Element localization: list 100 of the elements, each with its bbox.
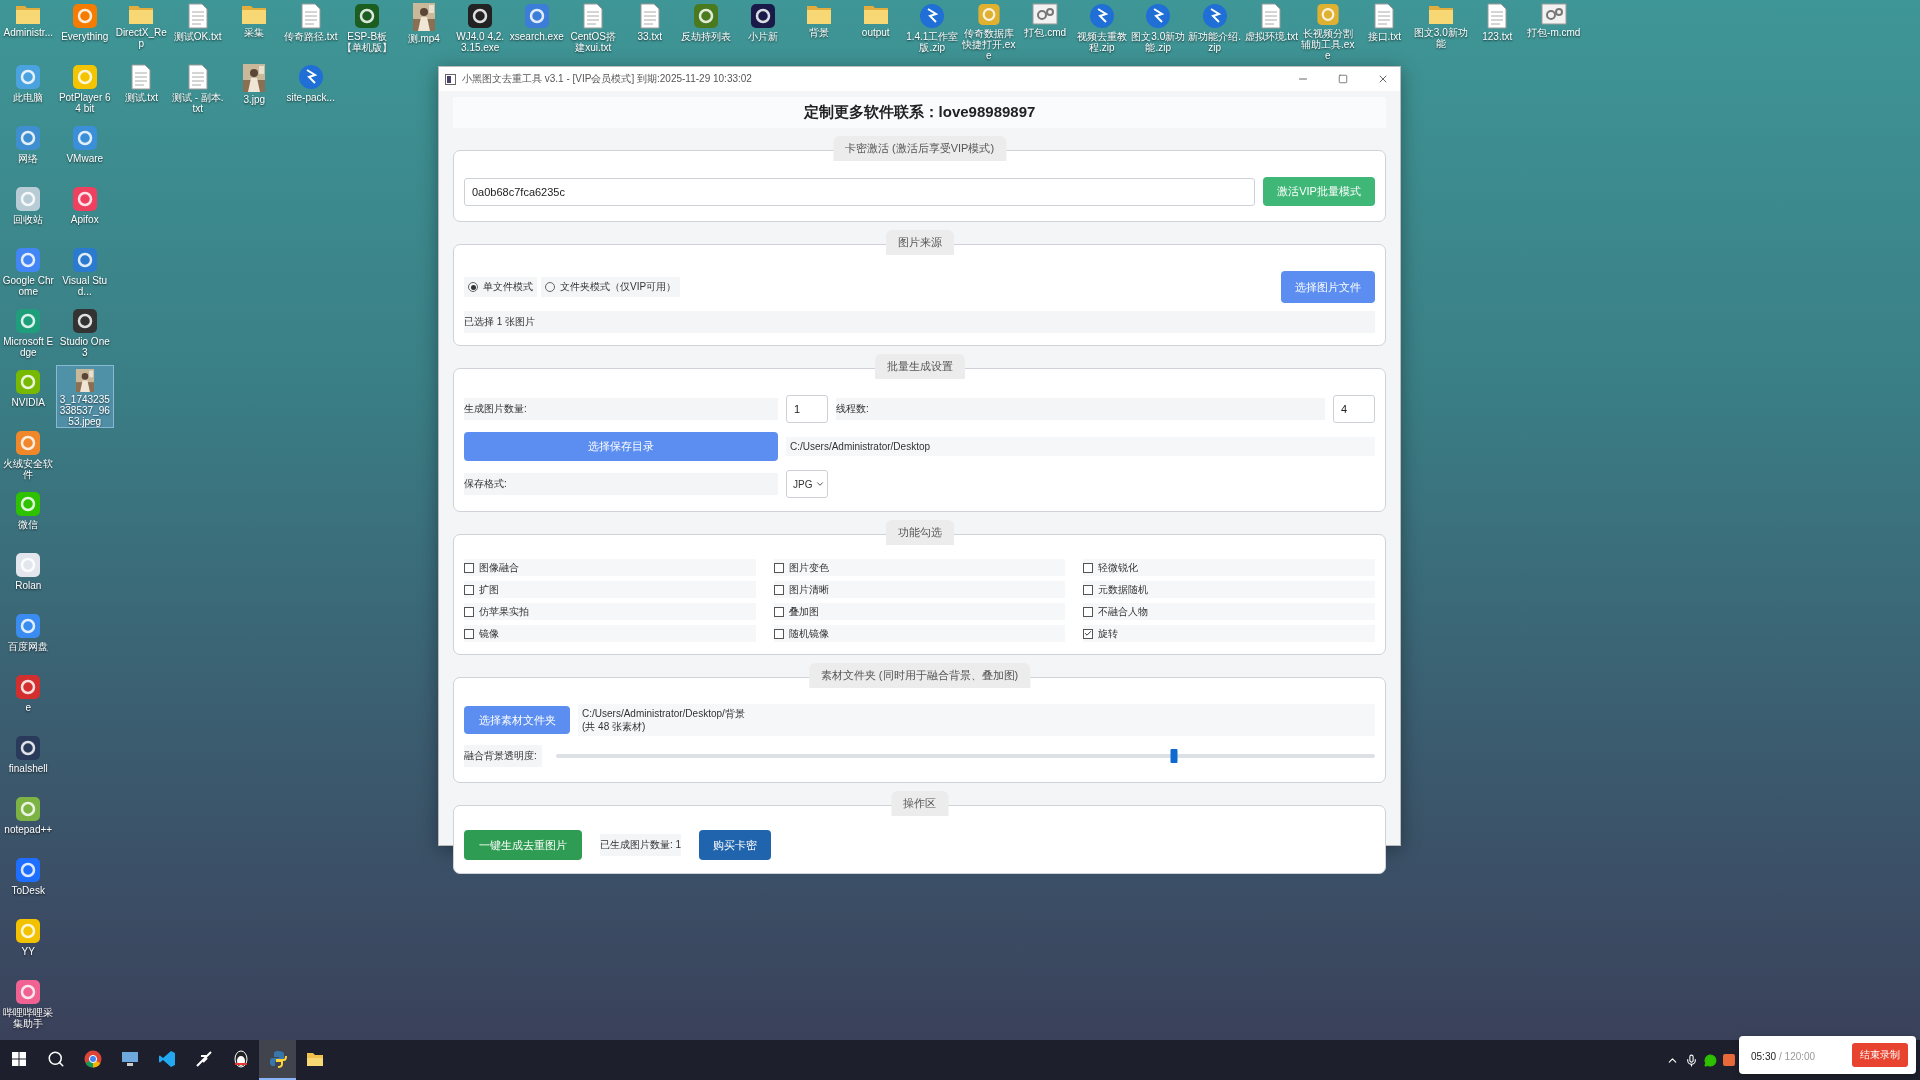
checkbox[interactable] bbox=[464, 562, 474, 573]
desktop-icon[interactable]: 打包-m.cmd bbox=[1525, 0, 1582, 61]
desktop-icon[interactable]: 小片新 bbox=[734, 0, 791, 61]
slider-thumb[interactable] bbox=[1170, 749, 1178, 763]
buy-key-button[interactable]: 购买卡密 bbox=[699, 830, 772, 860]
checkbox-label[interactable]: 图像融合 bbox=[479, 560, 519, 575]
desktop-icon[interactable]: 采集 bbox=[226, 0, 283, 61]
checkbox[interactable] bbox=[773, 628, 784, 639]
desktop-icon[interactable]: 123.txt bbox=[1469, 0, 1526, 61]
desktop-icon[interactable]: 反劫持列表 bbox=[678, 0, 735, 61]
gear-icon bbox=[1032, 3, 1059, 25]
taskbar-button[interactable] bbox=[259, 1040, 296, 1080]
desktop-icon[interactable]: xsearch.exe bbox=[508, 0, 565, 61]
desktop-icon[interactable]: PotPlayer 64 bit bbox=[56, 61, 113, 122]
checkbox[interactable] bbox=[464, 584, 474, 595]
checkbox[interactable] bbox=[464, 606, 474, 617]
checkbox-label[interactable]: 元数据随机 bbox=[1098, 582, 1149, 597]
desktop-icon[interactable]: 百度网盘 bbox=[0, 610, 57, 671]
checkbox[interactable] bbox=[773, 562, 784, 573]
desktop-icon[interactable]: 虚拟环境.txt bbox=[1243, 0, 1300, 61]
count-input-field[interactable]: 1 bbox=[786, 395, 828, 423]
desktop-icon[interactable]: site-pack... bbox=[282, 61, 339, 122]
checkbox-label[interactable]: 叠加图 bbox=[788, 604, 819, 619]
desktop-icon[interactable]: e bbox=[0, 671, 57, 732]
desktop-icon[interactable]: 1.4.1工作室版.zip bbox=[904, 0, 961, 61]
checkbox-label[interactable]: 不融合人物 bbox=[1098, 604, 1149, 619]
desktop-icon[interactable]: 图文3.0新功能.zip bbox=[1130, 0, 1187, 61]
checkbox-label[interactable]: 图片变色 bbox=[788, 560, 829, 575]
desktop-icon[interactable]: 回收站 bbox=[0, 183, 57, 244]
checkbox-label[interactable]: 扩图 bbox=[479, 582, 499, 597]
format-select[interactable]: JPG bbox=[786, 470, 828, 498]
desktop-icon[interactable]: 新功能介绍.zip bbox=[1186, 0, 1243, 61]
desktop-icon[interactable]: 视频去重教程.zip bbox=[1073, 0, 1130, 61]
threads-input-field[interactable]: 4 bbox=[1333, 395, 1375, 423]
select-material-button[interactable]: 选择素材文件夹 bbox=[464, 706, 570, 734]
key-input-field[interactable]: 0a0b68c7fca6235c bbox=[464, 177, 1255, 206]
desktop-icon[interactable]: NVIDIA bbox=[0, 366, 57, 427]
desktop-icon[interactable]: 哔哩哔哩采集助手 bbox=[0, 976, 57, 1037]
checkbox-label[interactable]: 图片清晰 bbox=[788, 582, 829, 597]
desktop-icon[interactable]: 传奇数据库快捷打开.exe bbox=[960, 0, 1017, 61]
desktop-icon[interactable]: 33.txt bbox=[621, 0, 678, 61]
desktop-icon[interactable]: Microsoft Edge bbox=[0, 305, 57, 366]
desktop-icon[interactable]: finalshell bbox=[0, 732, 57, 793]
desktop-icon[interactable]: 3.jpg bbox=[226, 61, 283, 122]
stop-recording-button[interactable]: 结束录制 bbox=[1852, 1043, 1908, 1067]
desktop-icon[interactable]: Rolan bbox=[0, 549, 57, 610]
gear-icon bbox=[1540, 3, 1567, 25]
app-icon[interactable] bbox=[1723, 1054, 1735, 1066]
desktop-icon[interactable]: 长视频分割辅助工具.exe bbox=[1299, 0, 1356, 61]
desktop-icon[interactable]: WJ4.0 4.2.3.15.exe bbox=[452, 0, 509, 61]
desktop-icon[interactable]: 测试.txt bbox=[113, 61, 170, 122]
desktop-icon[interactable]: Everything bbox=[56, 0, 113, 61]
checkbox-label[interactable]: 旋转 bbox=[1098, 626, 1119, 641]
opacity-slider[interactable] bbox=[556, 748, 1375, 764]
desktop-icon[interactable]: 网络 bbox=[0, 122, 57, 183]
checkbox[interactable] bbox=[1083, 584, 1094, 595]
desktop-icon[interactable]: Studio One 3 bbox=[56, 305, 113, 366]
checkbox[interactable] bbox=[1083, 606, 1094, 617]
desktop-icon[interactable]: Visual Stud... bbox=[56, 244, 113, 305]
desktop-icon[interactable]: 打包.cmd bbox=[1017, 0, 1074, 61]
desktop-icon[interactable]: Administr... bbox=[0, 0, 57, 61]
desktop-icon[interactable]: output bbox=[847, 0, 904, 61]
desktop-icon[interactable]: 测试OK.txt bbox=[169, 0, 226, 61]
desktop-icon[interactable]: ToDesk bbox=[0, 854, 57, 915]
save-folder-button[interactable]: 选择保存目录 bbox=[464, 432, 778, 461]
checkbox[interactable] bbox=[773, 584, 784, 595]
desktop-icon[interactable]: 测.mp4 bbox=[395, 0, 452, 61]
penguin-icon bbox=[232, 1050, 249, 1068]
checkbox[interactable] bbox=[464, 628, 474, 639]
desktop-icon[interactable]: 图文3.0新功能 bbox=[1412, 0, 1469, 61]
desktop-icon[interactable]: 背景 bbox=[791, 0, 848, 61]
desktop-icon[interactable]: 微信 bbox=[0, 488, 57, 549]
checkbox-label[interactable]: 轻微锐化 bbox=[1098, 560, 1139, 575]
desktop-icon[interactable]: Apifox bbox=[56, 183, 113, 244]
checkbox-label[interactable]: 仿苹果实拍 bbox=[479, 604, 529, 619]
checkbox[interactable] bbox=[1083, 628, 1094, 639]
desktop-icon[interactable]: DirectX_Rep bbox=[113, 0, 170, 61]
activate-button[interactable]: 激活VIP批量模式 bbox=[1263, 177, 1375, 206]
desktop-icon[interactable]: CentOS搭建xui.txt bbox=[565, 0, 622, 61]
desktop-icon[interactable]: 火绒安全软件 bbox=[0, 427, 57, 488]
desktop-icon[interactable]: YY bbox=[0, 915, 57, 976]
checkbox[interactable] bbox=[1083, 562, 1094, 573]
desktop-icon[interactable]: 3_1743235338537_9653.jpeg bbox=[56, 366, 113, 427]
checkbox-label[interactable]: 随机镜像 bbox=[788, 626, 829, 641]
desktop-icon[interactable]: 测试 - 副本.txt bbox=[169, 61, 226, 122]
generate-button[interactable]: 一键生成去重图片 bbox=[464, 830, 582, 860]
desktop-icon[interactable]: 接口.txt bbox=[1356, 0, 1413, 61]
desktop-icon[interactable]: 此电脑 bbox=[0, 61, 57, 122]
checkbox[interactable] bbox=[773, 606, 784, 617]
desktop-icon[interactable]: notepad++ bbox=[0, 793, 57, 854]
microphone-icon[interactable] bbox=[1685, 1053, 1698, 1067]
checkbox-label[interactable]: 镜像 bbox=[479, 626, 499, 641]
desktop-icon[interactable]: ESP-B板【单机版】 bbox=[339, 0, 396, 61]
select-image-button[interactable]: 选择图片文件 bbox=[1281, 271, 1375, 303]
document-icon bbox=[639, 3, 660, 29]
desktop-icon[interactable]: Google Chrome bbox=[0, 244, 57, 305]
chat-icon[interactable] bbox=[1704, 1053, 1717, 1067]
desktop-icon[interactable]: 传奇路径.txt bbox=[282, 0, 339, 61]
desktop-icon[interactable]: VMware bbox=[56, 122, 113, 183]
section-title: 图片来源 bbox=[885, 230, 954, 255]
